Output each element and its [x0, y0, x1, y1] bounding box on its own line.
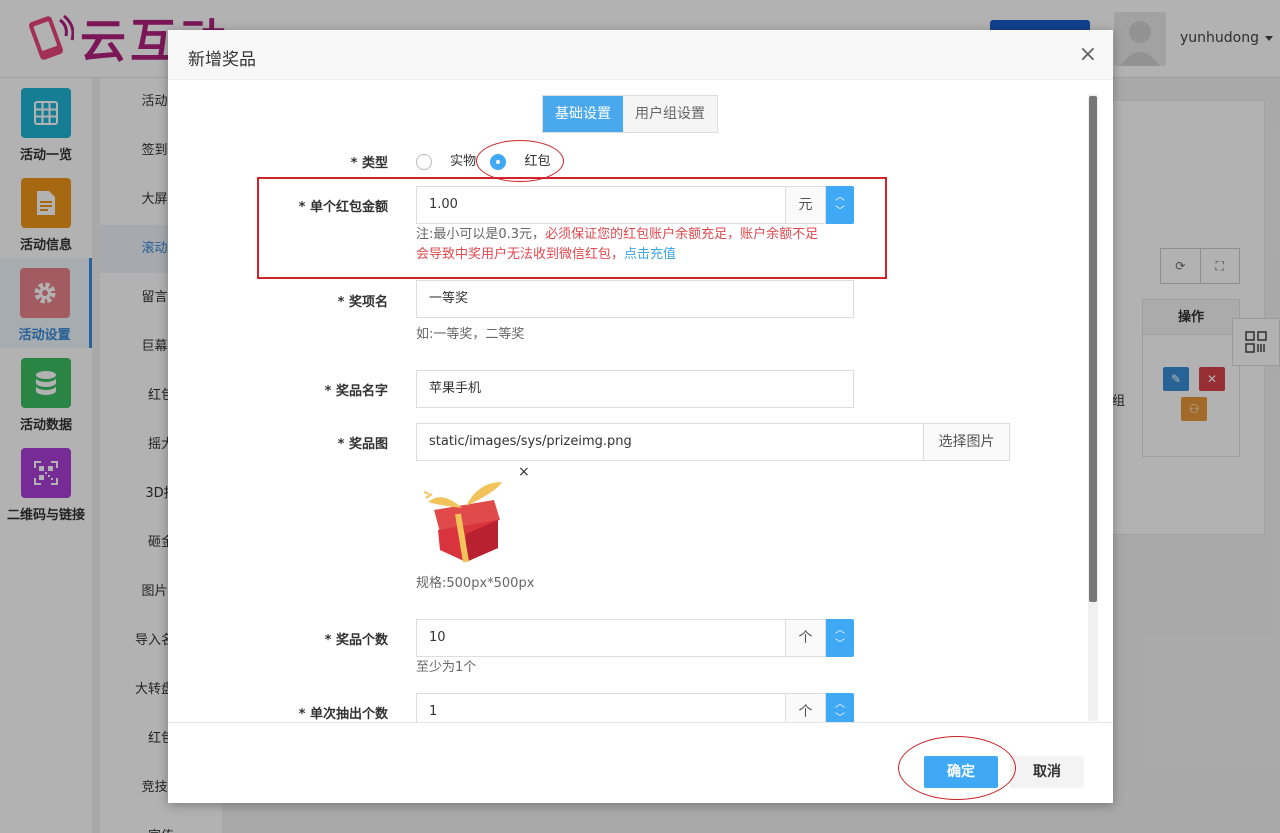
draw-count-label: * 单次抽出个数 [298, 707, 388, 722]
prize-count-input[interactable]: 10 [416, 619, 786, 657]
amount-unit: 元 [786, 186, 826, 224]
amount-stepper[interactable]: ︿ ﹀ [826, 186, 854, 224]
cancel-button[interactable]: 取消 [1010, 756, 1084, 788]
prize-name-label: * 奖品名字 [324, 384, 388, 399]
chevron-down-icon[interactable]: ﹀ [835, 638, 845, 652]
type-label: * 类型 [350, 156, 388, 171]
dialog-header: 新增奖品 × [168, 30, 1113, 80]
prize-image-label: * 奖品图 [337, 437, 388, 452]
prize-level-input[interactable]: 一等奖 [416, 280, 854, 318]
prize-image-preview [420, 476, 516, 566]
prize-name-input[interactable]: 苹果手机 [416, 370, 854, 408]
chevron-down-icon[interactable]: ﹀ [835, 205, 845, 219]
radio-physical[interactable] [416, 153, 432, 170]
image-spec-hint: 规格:500px*500px [416, 576, 535, 591]
radio-physical-label: 实物 [450, 154, 477, 169]
add-prize-dialog: 新增奖品 × 基础设置 用户组设置 * 类型 实物 红包 * 单个红包金额 1.… [168, 30, 1113, 803]
chevron-up-icon[interactable]: ︿ [835, 191, 845, 205]
chevron-up-icon[interactable]: ︿ [835, 624, 845, 638]
dialog-title: 新增奖品 [188, 50, 256, 70]
remove-image-icon[interactable]: × [518, 464, 530, 480]
amount-note-prefix: 注:最小可以是0.3元， [416, 227, 546, 242]
prize-level-hint: 如:一等奖，二等奖 [416, 327, 525, 342]
prize-count-stepper[interactable]: ︿ ﹀ [826, 619, 854, 657]
amount-input[interactable]: 1.00 [416, 186, 786, 224]
dialog-scrollbar[interactable] [1088, 94, 1098, 721]
tab-basic-settings[interactable]: 基础设置 [543, 96, 623, 132]
dialog-body: 基础设置 用户组设置 * 类型 实物 红包 * 单个红包金额 1.00 元 ︿ ﹀… [168, 80, 1113, 722]
amount-label: * 单个红包金额 [298, 200, 388, 215]
draw-count-input[interactable]: 1 [416, 693, 786, 722]
tab-user-group-settings[interactable]: 用户组设置 [623, 96, 717, 132]
chevron-up-icon[interactable]: ︿ [835, 698, 845, 712]
gift-box-icon [423, 482, 502, 563]
chevron-down-icon[interactable]: ﹀ [835, 712, 845, 722]
prize-level-label: * 奖项名 [337, 295, 388, 310]
annotation-ellipse [898, 736, 1016, 800]
close-icon[interactable]: × [1079, 42, 1097, 67]
prize-image-path-input[interactable]: static/images/sys/prizeimg.png [416, 423, 924, 461]
choose-image-button[interactable]: 选择图片 [924, 423, 1010, 461]
draw-count-unit: 个 [786, 693, 826, 722]
amount-note-warning: 必须保证您的红包账户余额充足，账户余额不足 [545, 227, 819, 242]
settings-tabs: 基础设置 用户组设置 [542, 95, 718, 133]
prize-count-label: * 奖品个数 [324, 633, 388, 648]
prize-count-unit: 个 [786, 619, 826, 657]
draw-count-stepper[interactable]: ︿ ﹀ [826, 693, 854, 722]
recharge-link[interactable]: 点击充值 [624, 247, 676, 262]
prize-count-hint: 至少为1个 [416, 660, 477, 675]
amount-note-warning-2: 会导致中奖用户无法收到微信红包， [416, 247, 625, 262]
amount-note: 注:最小可以是0.3元，必须保证您的红包账户余额充足，账户余额不足会导致中奖用户… [416, 225, 856, 265]
scrollbar-thumb[interactable] [1089, 96, 1097, 602]
annotation-ellipse [476, 140, 564, 182]
